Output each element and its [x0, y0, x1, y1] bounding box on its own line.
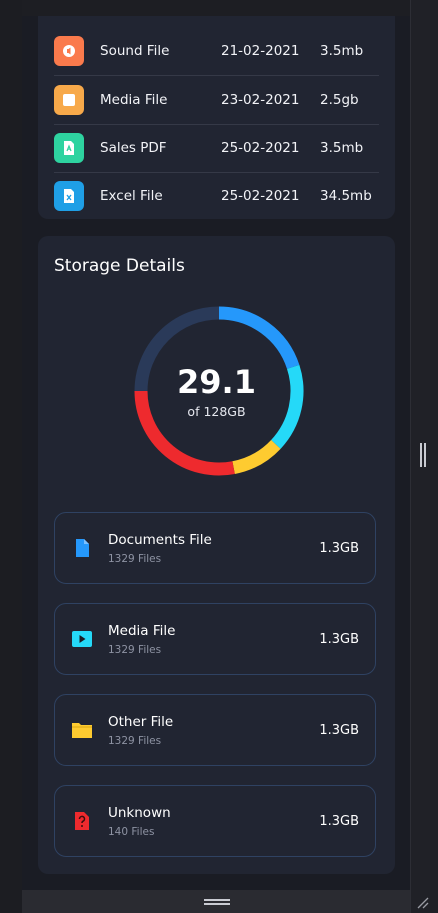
horizontal-resize-handle[interactable]: [204, 899, 230, 906]
unknown-file-icon: [75, 812, 89, 830]
excel-icon: [54, 181, 84, 211]
top-strip: [0, 0, 438, 16]
file-row-pdf[interactable]: Sales PDF 25-02-2021 3.5mb: [54, 124, 379, 173]
category-size: 1.3GB: [319, 541, 359, 556]
category-name: Documents File: [108, 532, 212, 548]
app-window: Sound File 21-02-2021 3.5mb Media File 2…: [0, 0, 438, 913]
file-size: 2.5gb: [320, 92, 359, 108]
category-size: 1.3GB: [319, 814, 359, 829]
file-date: 25-02-2021: [221, 140, 300, 156]
donut-segment-2: [232, 439, 281, 475]
category-name: Other File: [108, 714, 174, 730]
document-icon: [76, 539, 89, 557]
category-name: Unknown: [108, 805, 171, 821]
file-name: Sound File: [100, 43, 170, 59]
file-name: Sales PDF: [100, 140, 167, 156]
storage-total-label: of 128GB: [187, 404, 246, 419]
donut-segment-0: [218, 306, 300, 370]
category-count: 1329 Files: [108, 553, 162, 565]
category-size: 1.3GB: [319, 723, 359, 738]
file-name: Media File: [100, 92, 168, 108]
file-name: Excel File: [100, 188, 163, 204]
pdf-icon: [54, 133, 84, 163]
file-size: 34.5mb: [320, 188, 372, 204]
donut-segment-3: [134, 390, 235, 476]
left-strip: [0, 0, 22, 913]
file-row-excel[interactable]: Excel File 25-02-2021 34.5mb: [54, 172, 379, 220]
media-file-icon: [54, 85, 84, 115]
category-unknown[interactable]: Unknown 140 Files 1.3GB: [54, 785, 376, 857]
storage-used-value: 29.1: [177, 363, 256, 401]
file-row-sound[interactable]: Sound File 21-02-2021 3.5mb: [54, 27, 379, 76]
category-media[interactable]: Media File 1329 Files 1.3GB: [54, 603, 376, 675]
sound-file-icon: [54, 36, 84, 66]
file-row-media[interactable]: Media File 23-02-2021 2.5gb: [54, 76, 379, 125]
category-count: 140 Files: [108, 826, 155, 838]
file-size: 3.5mb: [320, 43, 364, 59]
category-size: 1.3GB: [319, 632, 359, 647]
folder-icon: [72, 723, 92, 738]
category-name: Media File: [108, 623, 176, 639]
right-divider: [410, 0, 411, 913]
file-date: 21-02-2021: [221, 43, 300, 59]
scroll-content[interactable]: Sound File 21-02-2021 3.5mb Media File 2…: [22, 16, 410, 890]
file-date: 23-02-2021: [221, 92, 300, 108]
storage-details-card: Storage Details 29.1 of 128GB Documents …: [38, 236, 395, 874]
resize-grip-icon[interactable]: [412, 892, 430, 910]
category-documents[interactable]: Documents File 1329 Files 1.3GB: [54, 512, 376, 584]
recent-files-card: Sound File 21-02-2021 3.5mb Media File 2…: [38, 16, 395, 219]
category-other[interactable]: Other File 1329 Files 1.3GB: [54, 694, 376, 766]
file-size: 3.5mb: [320, 140, 364, 156]
storage-title: Storage Details: [54, 256, 185, 276]
file-date: 25-02-2021: [221, 188, 300, 204]
play-icon: [72, 631, 92, 647]
vertical-resize-handle[interactable]: [420, 443, 426, 467]
category-count: 1329 Files: [108, 644, 162, 656]
category-count: 1329 Files: [108, 735, 162, 747]
